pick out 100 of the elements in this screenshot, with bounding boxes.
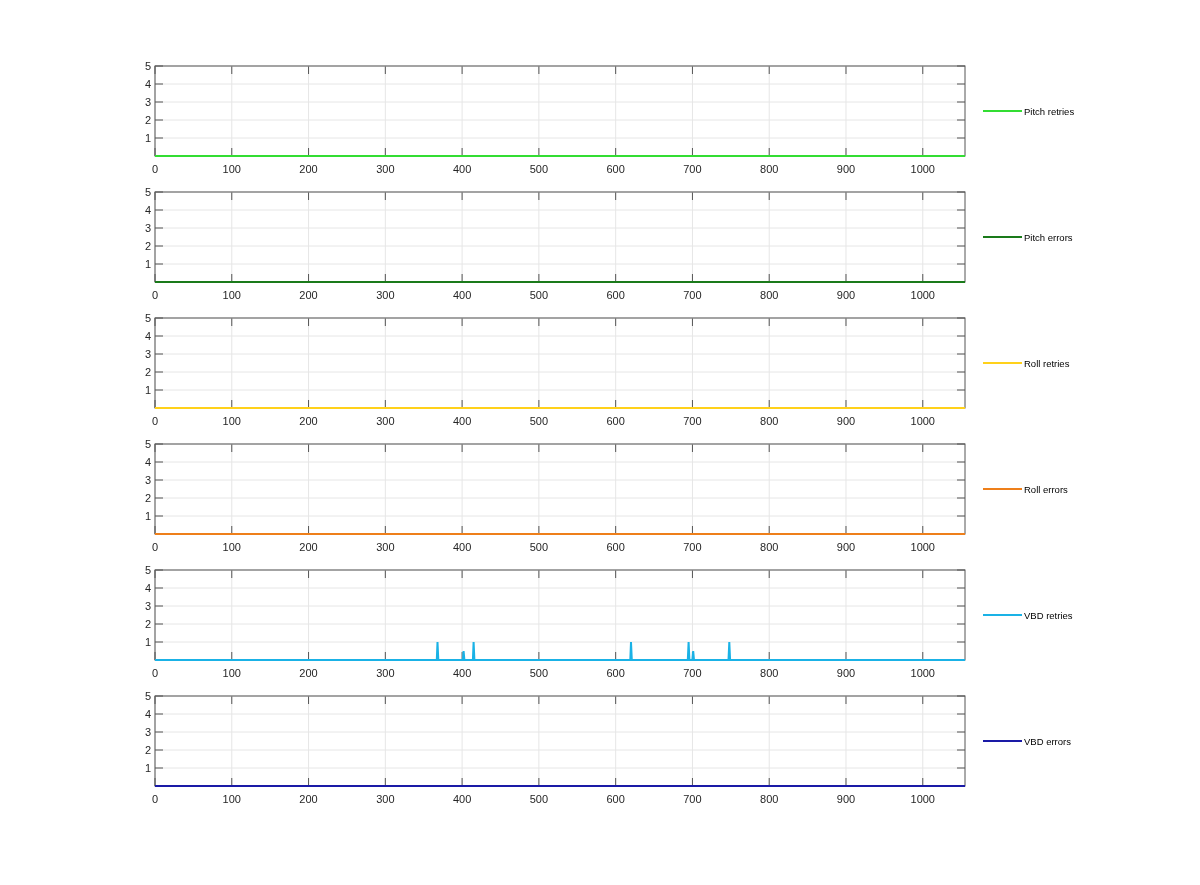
- x-tick-label: 100: [222, 541, 241, 553]
- x-tick-label: 600: [606, 415, 625, 427]
- x-tick-label: 300: [376, 415, 395, 427]
- x-tick-label: 800: [760, 667, 779, 679]
- x-tick-label: 100: [222, 289, 241, 301]
- x-tick-label: 600: [606, 163, 625, 175]
- x-tick-label: 900: [836, 541, 856, 553]
- x-tick-label: 800: [760, 541, 779, 553]
- x-tick-label: 800: [760, 415, 779, 427]
- y-tick-label: 4: [144, 204, 151, 216]
- x-tick-label: 500: [529, 541, 549, 553]
- y-tick-label: 3: [144, 600, 151, 612]
- x-tick-label: 100: [222, 163, 241, 175]
- y-tick-label: 2: [144, 744, 151, 756]
- x-tick-label: 1000: [910, 793, 935, 805]
- x-tick-label: 1000: [910, 163, 935, 175]
- x-tick-label: 700: [683, 163, 702, 175]
- y-tick-label: 1: [144, 384, 151, 396]
- y-tick-label: 5: [144, 690, 151, 702]
- y-tick-label: 2: [144, 492, 151, 504]
- x-tick-label: 600: [606, 541, 625, 553]
- x-tick-label: 600: [606, 793, 625, 805]
- y-tick-label: 4: [144, 708, 151, 720]
- legend-label: VBD errors: [1024, 735, 1071, 747]
- y-tick-label: 4: [144, 582, 151, 594]
- y-tick-label: 4: [144, 330, 151, 342]
- legend-label: Roll retries: [1024, 357, 1070, 369]
- y-tick-label: 3: [144, 726, 151, 738]
- y-tick-label: 3: [144, 474, 151, 486]
- y-tick-label: 3: [144, 348, 151, 360]
- x-tick-label: 900: [836, 667, 856, 679]
- x-tick-label: 800: [760, 163, 779, 175]
- y-tick-label: 5: [144, 186, 151, 198]
- x-tick-label: 200: [299, 289, 318, 301]
- x-tick-label: 200: [299, 163, 318, 175]
- x-tick-label: 1000: [910, 289, 935, 301]
- y-tick-label: 2: [144, 366, 151, 378]
- y-tick-label: 5: [144, 312, 151, 324]
- x-tick-label: 400: [452, 289, 472, 301]
- x-tick-label: 500: [529, 415, 549, 427]
- x-tick-label: 0: [151, 541, 159, 553]
- x-tick-label: 500: [529, 163, 549, 175]
- x-tick-label: 700: [683, 793, 702, 805]
- x-tick-label: 500: [529, 793, 549, 805]
- x-tick-label: 100: [222, 667, 241, 679]
- legend-label: Roll errors: [1024, 483, 1068, 495]
- x-tick-label: 700: [683, 289, 702, 301]
- x-tick-label: 500: [529, 289, 549, 301]
- x-tick-label: 400: [452, 163, 472, 175]
- y-tick-label: 1: [144, 510, 151, 522]
- y-tick-label: 2: [144, 240, 151, 252]
- y-tick-label: 5: [144, 60, 151, 72]
- x-tick-label: 900: [836, 289, 856, 301]
- x-tick-label: 400: [452, 415, 472, 427]
- x-tick-label: 300: [376, 541, 395, 553]
- x-tick-label: 300: [376, 163, 395, 175]
- x-tick-label: 900: [836, 415, 856, 427]
- y-tick-label: 2: [144, 114, 151, 126]
- x-tick-label: 200: [299, 541, 318, 553]
- y-tick-label: 1: [144, 258, 151, 270]
- x-tick-label: 0: [151, 415, 159, 427]
- x-tick-label: 300: [376, 289, 395, 301]
- x-tick-label: 400: [452, 541, 472, 553]
- y-tick-label: 3: [144, 222, 151, 234]
- x-tick-label: 0: [151, 793, 159, 805]
- x-tick-label: 600: [606, 289, 625, 301]
- x-tick-label: 900: [836, 793, 856, 805]
- x-tick-label: 300: [376, 667, 395, 679]
- x-tick-label: 800: [760, 793, 779, 805]
- y-tick-label: 1: [144, 636, 151, 648]
- x-tick-label: 500: [529, 667, 549, 679]
- x-tick-label: 400: [452, 667, 472, 679]
- x-tick-label: 1000: [910, 667, 935, 679]
- x-tick-label: 900: [836, 163, 856, 175]
- x-tick-label: 700: [683, 667, 702, 679]
- y-tick-label: 5: [144, 564, 151, 576]
- y-tick-label: 3: [144, 96, 151, 108]
- y-tick-label: 2: [144, 618, 151, 630]
- y-tick-label: 4: [144, 456, 151, 468]
- x-tick-label: 300: [376, 793, 395, 805]
- x-tick-label: 800: [760, 289, 779, 301]
- x-tick-label: 200: [299, 415, 318, 427]
- x-tick-label: 200: [299, 667, 318, 679]
- x-tick-label: 200: [299, 793, 318, 805]
- x-tick-label: 0: [151, 163, 159, 175]
- x-tick-label: 700: [683, 541, 702, 553]
- x-tick-label: 1000: [910, 541, 935, 553]
- x-tick-label: 1000: [910, 415, 935, 427]
- x-tick-label: 600: [606, 667, 625, 679]
- x-tick-label: 700: [683, 415, 702, 427]
- x-tick-label: 0: [151, 289, 159, 301]
- y-tick-label: 4: [144, 78, 151, 90]
- y-tick-label: 5: [144, 438, 151, 450]
- y-tick-label: 1: [144, 762, 151, 774]
- y-tick-label: 1: [144, 132, 151, 144]
- legend-label: Pitch retries: [1024, 105, 1075, 117]
- legend-label: VBD retries: [1024, 609, 1073, 621]
- legend-label: Pitch errors: [1024, 231, 1073, 243]
- x-tick-label: 100: [222, 793, 241, 805]
- x-tick-label: 400: [452, 793, 472, 805]
